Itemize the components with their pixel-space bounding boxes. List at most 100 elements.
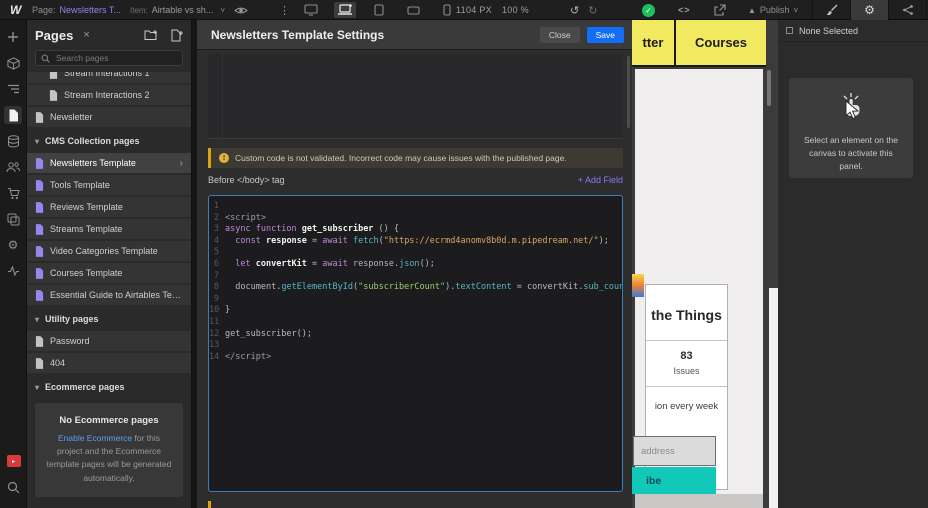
page-list-item[interactable]: Password [27,331,191,351]
pages-search[interactable] [35,50,183,66]
undo-icon[interactable]: ↺ [570,4,579,17]
stat-cell[interactable]: 83 Issues [646,340,727,387]
breakpoint-tablet[interactable] [368,2,390,18]
site-footer-strip[interactable] [635,494,763,508]
add-folder-icon[interactable] [144,29,158,41]
subscribe-button[interactable]: ibe [632,467,716,494]
line-number: 10 [209,305,220,316]
preview-button[interactable] [234,0,248,20]
page-list-item[interactable]: Streams Template [27,219,191,239]
users-button[interactable] [4,158,22,176]
code-line[interactable]: 10} [209,305,622,317]
enable-ecommerce-link[interactable]: Enable Ecommerce [58,433,132,443]
more-options-button[interactable]: ⋮ [279,0,290,20]
body-code-editor[interactable]: 1 2 <script> 3 async function get_subscriber… [208,195,623,492]
close-panel-icon[interactable]: × [83,29,89,41]
page-list-item[interactable]: Courses Template [27,263,191,283]
page-list-item[interactable]: Newsletter [27,107,191,127]
code-line[interactable]: 2 <script> [209,213,622,225]
section-label: Utility pages [45,314,99,324]
code-line[interactable]: 11 [209,317,622,329]
code-line[interactable]: 14 </script> [209,352,622,364]
line-content: } [225,305,231,316]
pages-section-header[interactable]: ▾ Utility pages [27,309,191,329]
breakpoint-desktop-large[interactable] [300,2,322,18]
breakpoint-phone-landscape[interactable] [402,2,424,18]
email-field[interactable] [633,436,716,466]
pages-search-input[interactable] [54,52,177,64]
assets-button[interactable] [4,210,22,228]
page-label: Stream Interactions 1 [64,72,150,78]
code-line[interactable]: 5 [209,247,622,259]
pages-section-header[interactable]: ▾ CMS Collection pages [27,131,191,151]
decorative-image[interactable] [632,274,644,297]
card-heading[interactable]: the Things [646,307,727,323]
video-camera-button[interactable] [5,504,23,508]
item-selector[interactable]: Item: Airtable vs sh... ˅ [130,0,225,20]
close-button[interactable]: Close [539,26,580,43]
code-line[interactable]: 3 async function get_subscriber () { [209,224,622,236]
cart-icon [7,187,20,199]
page-list-item[interactable]: 404 [27,353,191,373]
components-button[interactable] [4,54,22,72]
notice-body: Enable Ecommerce for this project and th… [45,432,173,485]
code-line[interactable]: 7 [209,271,622,283]
empty-state-text: Select an element on the canvas to activ… [803,135,899,171]
navigator-button[interactable] [4,80,22,98]
pages-button[interactable] [4,106,22,124]
canvas-width-value[interactable]: 1104 PX [456,5,492,15]
card-tagline[interactable]: ion every week [646,401,727,412]
head-code-editor[interactable] [208,53,623,139]
add-page-icon[interactable] [170,29,183,42]
nav-link-courses[interactable]: Courses [676,20,766,65]
code-line[interactable]: 1 [209,201,622,213]
add-elements-button[interactable] [4,28,22,46]
code-line[interactable]: 8 document.getElementById("subscriberCou… [209,282,622,294]
export-button[interactable] [714,0,726,20]
page-list-item[interactable]: Reviews Template [27,197,191,217]
page-icon [35,357,44,369]
nav-link-newsletter[interactable]: tter [632,20,676,65]
breakpoint-switcher [300,0,458,20]
page-list-item[interactable]: Stream Interactions 2 [27,85,191,105]
page-list-item[interactable]: Tools Template [27,175,191,195]
line-number: 8 [213,282,219,293]
page-list-item[interactable]: Essential Guide to Airtables Templ... [27,285,191,305]
style-panel-button[interactable] [812,0,850,20]
pages-section-header[interactable]: ▾ Ecommerce pages [27,377,191,397]
page-selector[interactable]: Page: Newsletters T... [32,0,121,20]
cms-button[interactable] [4,132,22,150]
breakpoint-desktop-base[interactable] [334,2,356,18]
code-line[interactable]: 12 get_subscriber(); [209,329,622,341]
modal-scrollbar-thumb[interactable] [627,56,630,128]
code-line[interactable]: 6 let convertKit = await response.json()… [209,259,622,271]
zoom-level-value[interactable]: 100 % [502,5,529,15]
search-button[interactable] [5,478,23,496]
page-list-item[interactable]: Video Categories Template [27,241,191,261]
breakpoint-phone-portrait[interactable] [436,2,458,18]
code-line[interactable]: 9 [209,294,622,306]
site-settings-button[interactable]: ⚙ [4,236,22,254]
selection-checkbox[interactable] [786,27,793,34]
page-list-item[interactable]: Newsletters Template › [27,153,191,173]
code-line[interactable]: 4 const response = await fetch("https://… [209,236,622,248]
page-list-item[interactable]: Stream Interactions 1 [27,72,191,83]
webflow-logo[interactable]: W [10,0,21,20]
add-field-link[interactable]: + Add Field [578,175,623,185]
publish-button[interactable]: ▲ Publish ˅ [748,0,798,20]
save-button[interactable]: Save [586,26,624,43]
video-tutorials-button[interactable]: ▸ [5,452,23,470]
page-icon [35,245,44,257]
redo-icon[interactable]: ↻ [588,4,597,17]
canvas-scrollbar-thumb[interactable] [767,70,771,106]
page-label: Tools Template [50,180,110,190]
settings-panel-button[interactable]: ⚙ [850,0,888,20]
ecommerce-button[interactable] [4,184,22,202]
audit-button[interactable] [4,262,22,280]
page-settings-modal: Newsletters Template Settings Close Save… [197,20,632,508]
interactions-panel-button[interactable] [888,0,926,20]
code-line[interactable]: 13 [209,340,622,352]
collapse-triangle-icon: ▾ [35,382,40,392]
custom-code-button[interactable]: <> [678,0,691,20]
site-navbar[interactable]: tter Courses [632,20,766,67]
